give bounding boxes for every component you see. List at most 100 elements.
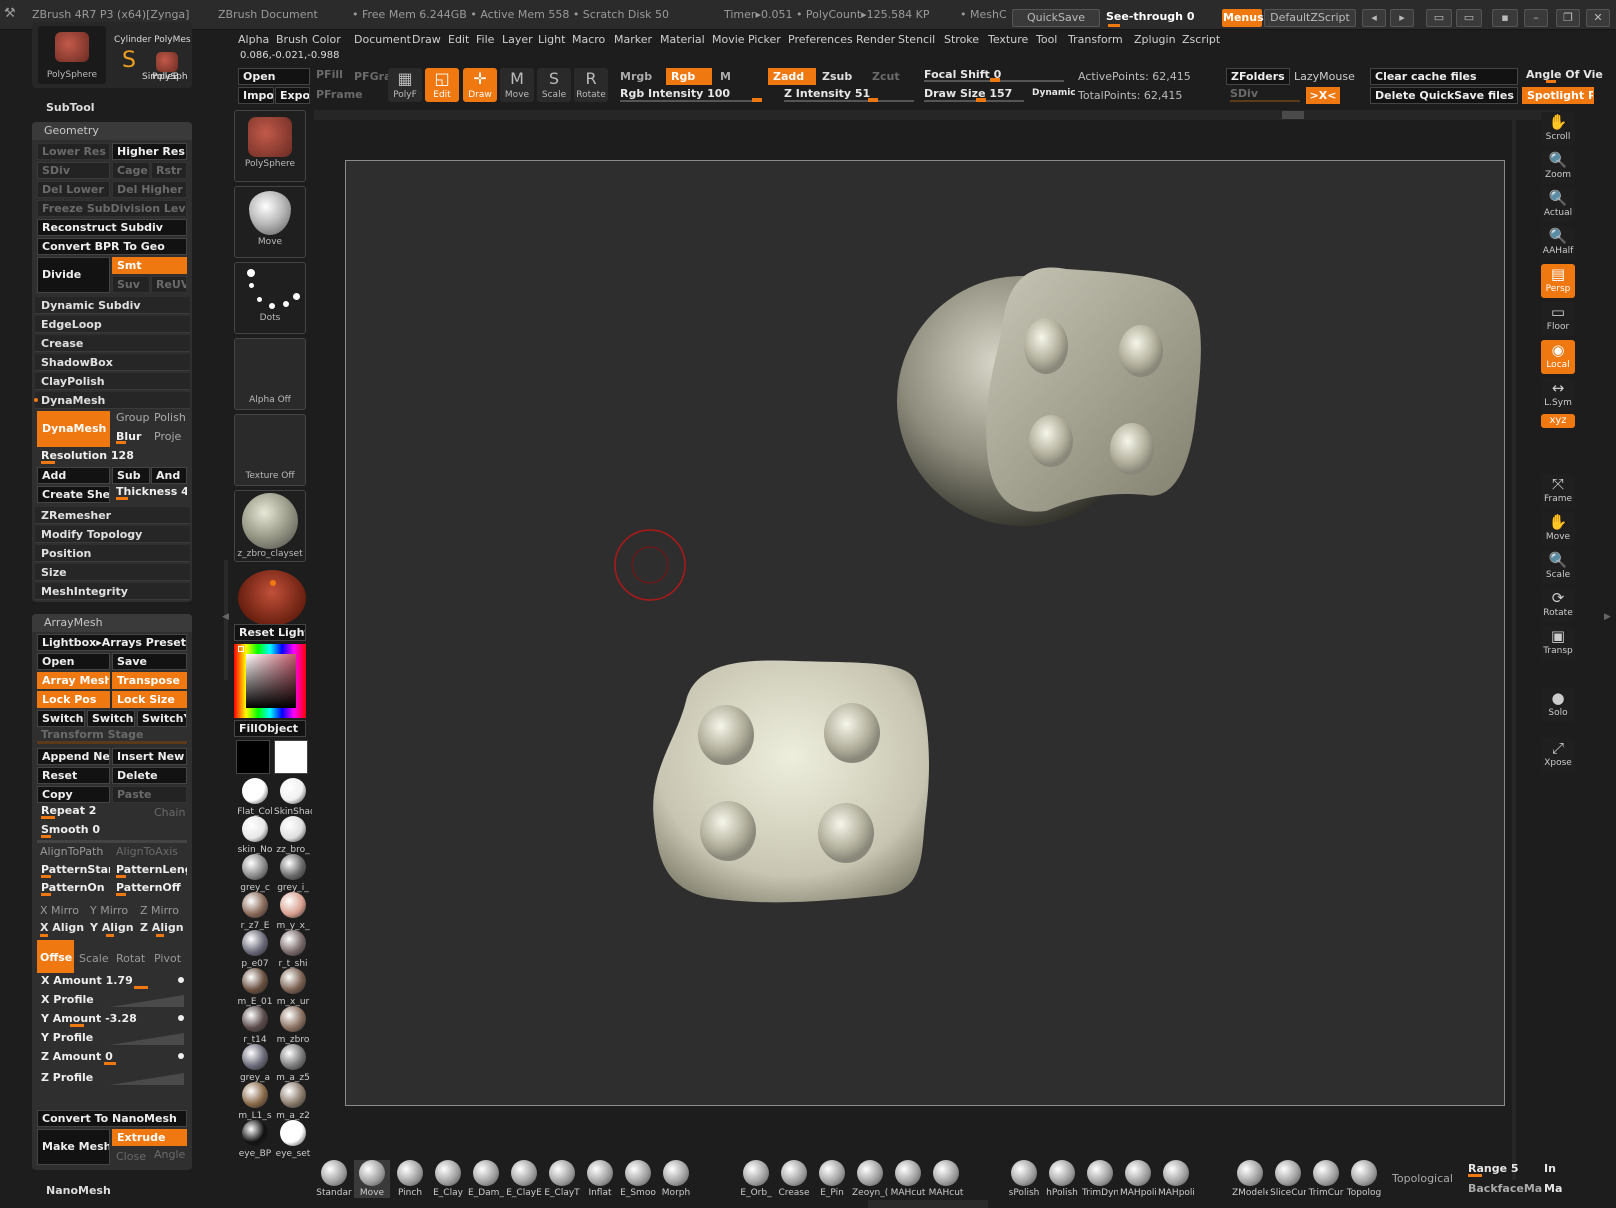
freeze-subdivision-button[interactable]: Freeze SubDivision Levels [37, 200, 187, 217]
switchy-button[interactable]: SwitchY [137, 710, 187, 727]
bottom-brush-13[interactable]: Zeoyn_( [852, 1160, 888, 1198]
modify-topology-item[interactable]: Modify Topology [35, 526, 190, 543]
menu-zscript[interactable]: Zscript [1182, 33, 1220, 46]
position-item[interactable]: Position [35, 545, 190, 562]
alpha-slot[interactable]: Alpha Off [234, 338, 306, 410]
shadowbox-item[interactable]: ShadowBox [35, 354, 190, 371]
z-intensity-slider[interactable]: Z Intensity 51 [784, 87, 870, 100]
smt-toggle[interactable]: Smt [112, 257, 187, 274]
bottom-shelf-scroll[interactable] [868, 1200, 988, 1208]
claypolish-item[interactable]: ClayPolish [35, 373, 190, 390]
reuv-button[interactable]: ReUV [151, 276, 187, 293]
chain-toggle[interactable]: Chain [154, 806, 185, 819]
bottom-brush-16[interactable]: sPolish [1006, 1160, 1042, 1198]
menu-document[interactable]: Document [354, 33, 411, 46]
bottom-brush-9[interactable]: Morph [658, 1160, 694, 1198]
layout-alt-icon[interactable]: ▭ [1456, 9, 1482, 27]
menu-texture[interactable]: Texture [988, 33, 1028, 46]
resolution-slider[interactable]: Resolution 128 [37, 448, 187, 465]
menu-stencil[interactable]: Stencil [898, 33, 935, 46]
shelf-xyz-button[interactable]: xyz [1541, 414, 1575, 428]
lock-pos-toggle[interactable]: Lock Pos [37, 691, 110, 708]
open-button[interactable]: Open [238, 68, 310, 85]
ma-toggle[interactable]: Ma [1544, 1182, 1562, 1195]
menu-transform[interactable]: Transform [1068, 33, 1123, 46]
shelf-move-button[interactable]: ✋ Move [1541, 512, 1575, 546]
angle-slider[interactable]: Angle [154, 1148, 185, 1161]
cage-button[interactable]: Cage [112, 162, 150, 179]
nanomesh-header[interactable]: NanoMesh [46, 1184, 111, 1197]
slider-right-icon[interactable]: ▸ [1390, 9, 1414, 27]
material-swatch[interactable]: r_t14 [236, 1006, 274, 1045]
dynamic-toggle[interactable]: Dynamic [1032, 88, 1076, 98]
shelf-aahalf-button[interactable]: 🔍 AAHalf [1541, 226, 1575, 260]
zsub-toggle[interactable]: Zsub [822, 70, 852, 83]
sdiv-geometry-slider[interactable]: SDiv [37, 162, 110, 179]
material-swatch[interactable]: r_t_shi [274, 930, 312, 969]
menu-color[interactable]: Color [312, 33, 341, 46]
subtool-header[interactable]: SubTool [46, 101, 95, 114]
menu-file[interactable]: File [476, 33, 494, 46]
bottom-brush-10[interactable]: E_Orb_ [738, 1160, 774, 1198]
menu-brush[interactable]: Brush [276, 33, 308, 46]
shelf-persp-button[interactable]: ▤ Persp [1541, 264, 1575, 298]
material-swatch[interactable]: zz_bro_ [274, 816, 312, 855]
bottom-brush-3[interactable]: E_Clay [430, 1160, 466, 1198]
menus-button[interactable]: Menus [1222, 9, 1264, 27]
material-swatch[interactable]: eye_BP [236, 1120, 274, 1159]
menu-movie[interactable]: Movie [712, 33, 745, 46]
shelf-solo-button[interactable]: ● Solo [1541, 688, 1575, 722]
menu-layer[interactable]: Layer [502, 33, 533, 46]
menu-light[interactable]: Light [538, 33, 565, 46]
bottom-brush-0[interactable]: Standar [316, 1160, 352, 1198]
rotate-mode-button[interactable]: Rotat [116, 952, 145, 965]
group-toggle[interactable]: Group [116, 411, 150, 424]
simple-brush-icon[interactable]: S [122, 48, 136, 73]
shelf-frame-button[interactable]: ⤧ Frame [1541, 474, 1575, 508]
zadd-toggle[interactable]: Zadd [768, 68, 816, 85]
shelf-scale-button[interactable]: 🔍 Scale [1541, 550, 1575, 584]
menu-tool[interactable]: Tool [1036, 33, 1057, 46]
rotate-button[interactable]: R Rotate [574, 68, 608, 102]
shelf-floor-button[interactable]: ▭ Floor [1541, 302, 1575, 336]
close-toggle[interactable]: Close [116, 1150, 146, 1163]
light-sphere-icon[interactable] [238, 570, 306, 626]
array-delete-button[interactable]: Delete [112, 767, 187, 784]
texture-slot[interactable]: Texture Off [234, 414, 306, 486]
lightbox-arrays-preset-button[interactable]: Lightbox▸Arrays Preset [37, 634, 187, 651]
main-color-swatch[interactable] [274, 740, 308, 774]
pfgrad-toggle[interactable]: PFGra [354, 70, 391, 83]
meshintegrity-item[interactable]: MeshIntegrity [35, 583, 190, 600]
left-tray-collapse-icon[interactable]: ◀ [222, 612, 229, 622]
smooth-slider[interactable]: Smooth 0 [37, 822, 187, 839]
menu-macro[interactable]: Macro [572, 33, 605, 46]
y-mirror-toggle[interactable]: Y Mirro [90, 904, 128, 917]
close-icon[interactable]: ✕ [1586, 9, 1610, 27]
horizontal-scroll-thumb[interactable] [1282, 111, 1304, 119]
shelf-local-button[interactable]: ◉ Local [1541, 340, 1575, 374]
color-picker-handle[interactable] [238, 646, 244, 652]
current-stroke-slot[interactable]: Dots [234, 262, 306, 334]
material-swatch[interactable]: m_L1_s [236, 1082, 274, 1121]
material-swatch[interactable]: m_y_x_ [274, 892, 312, 931]
slider-left-icon[interactable]: ◂ [1362, 9, 1386, 27]
align-to-axis-toggle[interactable]: AlignToAxis [116, 845, 178, 858]
offset-button[interactable]: Offse [37, 940, 74, 976]
lazymouse-button[interactable]: LazyMouse [1294, 70, 1355, 83]
material-swatch[interactable]: m_E_01 [236, 968, 274, 1007]
menu-zplugin[interactable]: Zplugin [1134, 33, 1176, 46]
draw-button[interactable]: ✛ Draw [463, 68, 497, 102]
del-higher-button[interactable]: Del Higher [112, 181, 187, 198]
material-swatch[interactable]: p_e07 [236, 930, 274, 969]
rgb-intensity-slider[interactable]: Rgb Intensity 100 [620, 87, 730, 100]
see-through-slider[interactable]: See-through 0 [1106, 9, 1206, 27]
material-swatch[interactable]: eye_set [274, 1120, 312, 1159]
align-to-path-toggle[interactable]: AlignToPath [40, 845, 103, 858]
arraymesh-header[interactable]: ArrayMesh [32, 614, 192, 632]
menu-render[interactable]: Render [856, 33, 895, 46]
clear-cache-button[interactable]: Clear cache files [1370, 68, 1518, 85]
scale-mode-button[interactable]: Scale [79, 952, 109, 965]
convert-to-nanomesh-button[interactable]: Convert To NanoMesh [37, 1110, 187, 1127]
array-paste-button[interactable]: Paste [112, 786, 187, 803]
import-button[interactable]: Impo [238, 87, 274, 104]
